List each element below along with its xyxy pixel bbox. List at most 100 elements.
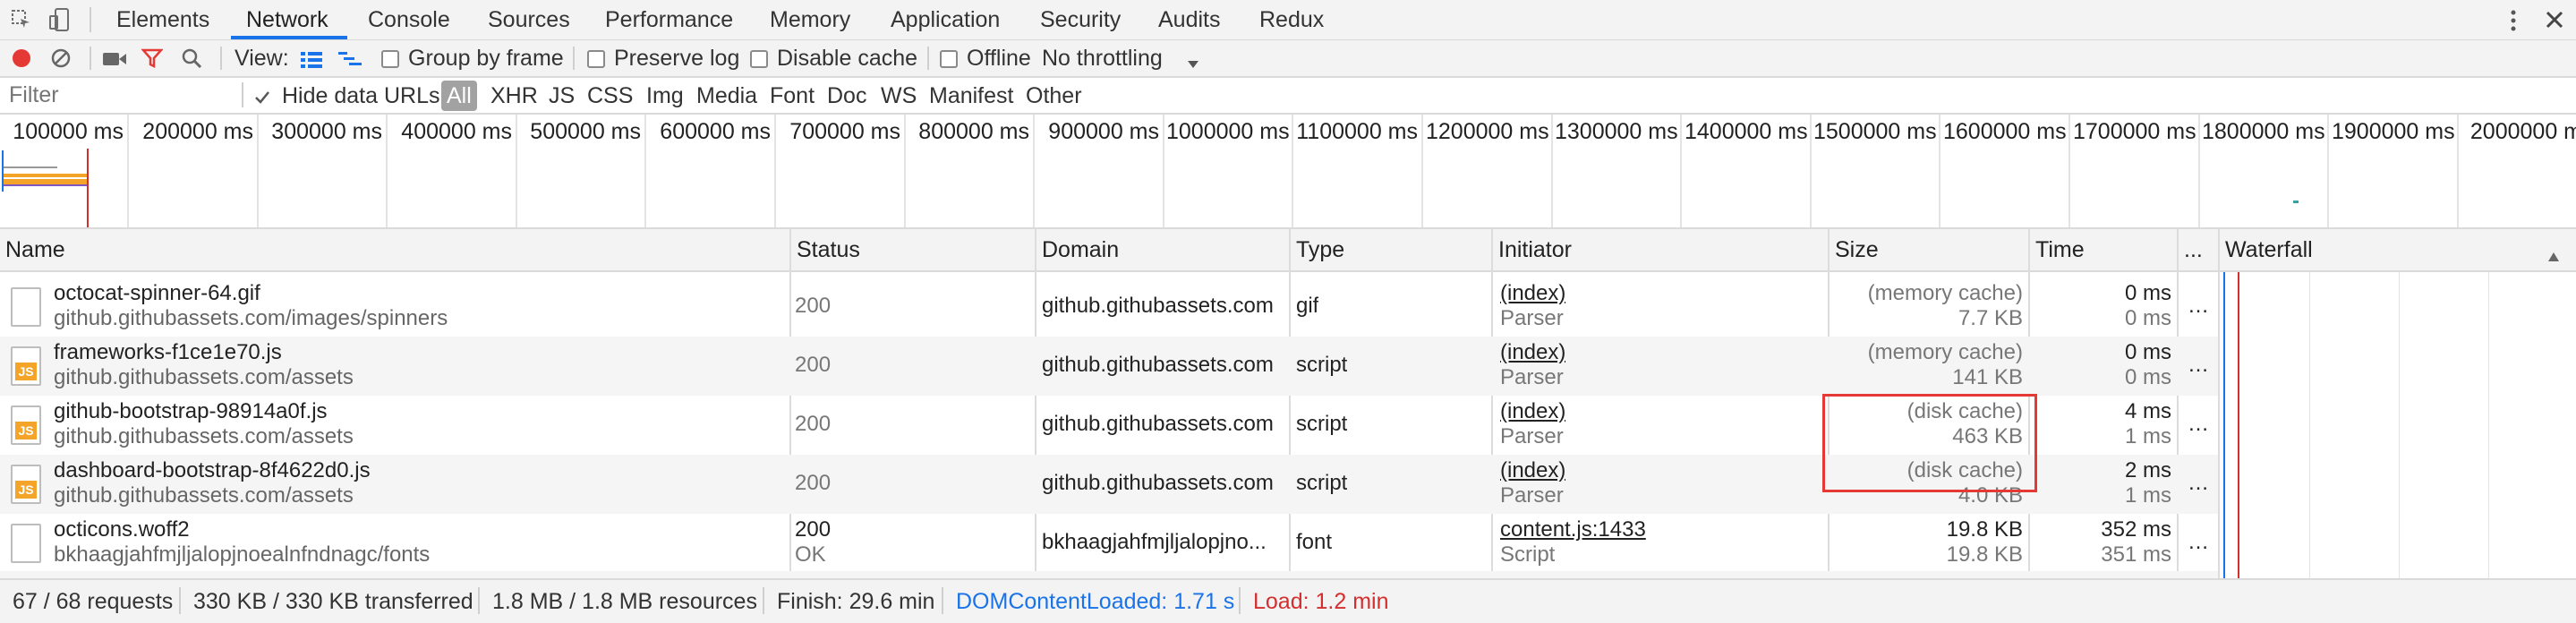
timeline-tick-label: 1600000 ms [1943,119,2067,144]
tab-network[interactable]: Network [246,0,328,39]
initiator-link[interactable]: content.js:1433 [1500,517,1646,542]
type-filter-other[interactable]: Other [1026,81,1082,111]
type-filter-doc[interactable]: Doc [827,81,866,111]
filter-input[interactable] [4,81,249,109]
timeline-grid-line [904,115,906,227]
timeline-tick-label: 600000 ms [660,119,771,144]
timeline-grid-line [127,115,129,227]
more-options-icon[interactable] [2506,9,2521,32]
timeline-grid-line [1810,115,1812,227]
initiator-link[interactable]: (index) [1500,458,1565,483]
timeline-grid-line [1680,115,1682,227]
waterfall-column [2220,272,2576,580]
table-row[interactable]: octocat-spinner-64.gif github.githubasset… [0,277,2218,337]
js-badge: JS [15,363,37,380]
inspect-element-icon[interactable] [11,9,32,30]
timeline-grid-line [1551,115,1553,227]
tab-audits[interactable]: Audits [1158,0,1220,39]
tab-sources[interactable]: Sources [488,0,570,39]
timeline-tick-label: 1200000 ms [1426,119,1549,144]
tab-redux[interactable]: Redux [1259,0,1324,39]
request-path: github.githubassets.com/assets [54,424,354,448]
initiator-link[interactable]: (index) [1500,399,1565,424]
type-filter-ws[interactable]: WS [881,81,917,111]
hide-data-urls-checkbox[interactable] [254,87,270,104]
table-row[interactable]: octicons.woff2 bkhaagjahfmjljalopjnoealnf… [0,514,2218,573]
requests-count: 67 / 68 requests [13,589,174,614]
time-latency: 0 ms [2124,306,2171,330]
screenshot-camera-icon[interactable] [102,49,127,67]
close-icon[interactable] [2544,9,2565,30]
type-filter-img[interactable]: Img [646,81,684,111]
time-latency: 1 ms [2124,483,2171,508]
offline-checkbox[interactable] [940,50,958,68]
row-more-icon[interactable]: … [2188,353,2209,378]
timeline-tick-label: 200000 ms [142,119,253,144]
finish-time: Finish: 29.6 min [777,589,935,614]
type-filter-js[interactable]: JS [549,81,575,111]
column-status[interactable]: Status [797,229,860,270]
tab-memory[interactable]: Memory [770,0,850,39]
tab-security[interactable]: Security [1040,0,1121,39]
row-more-icon[interactable]: … [2188,412,2209,437]
chevron-down-icon[interactable] [1187,52,1199,68]
record-button[interactable] [11,47,32,69]
initiator-link[interactable]: (index) [1500,340,1565,365]
request-type: script [1296,353,1348,377]
search-icon[interactable] [181,47,202,69]
time-total: 2 ms [2124,458,2171,482]
overview-late-request [2293,201,2299,203]
column-waterfall[interactable]: Waterfall [2225,229,2313,270]
sort-ascending-icon[interactable] [2547,243,2560,261]
request-name: octocat-spinner-64.gif [54,281,260,305]
tab-performance[interactable]: Performance [605,0,733,39]
filter-divider [242,82,243,107]
request-domain: github.githubassets.com [1042,412,1274,436]
column-domain[interactable]: Domain [1042,229,1119,270]
row-more-icon[interactable]: … [2188,294,2209,319]
group-by-frame-checkbox[interactable] [381,50,399,68]
type-filter-all[interactable]: All [441,81,477,111]
type-filter-xhr[interactable]: XHR [490,81,538,111]
large-rows-icon[interactable] [301,49,322,68]
column-type[interactable]: Type [1296,229,1344,270]
dom-content-loaded-time: DOMContentLoaded: 1.71 s [956,589,1235,614]
column-initiator[interactable]: Initiator [1498,229,1572,270]
column-name[interactable]: Name [5,229,65,270]
throttling-select[interactable]: No throttling [1042,40,1163,76]
preserve-log-checkbox[interactable] [587,50,605,68]
highlight-annotation-box [1822,394,2037,492]
timeline-grid-line [1292,115,1293,227]
type-filter-manifest[interactable]: Manifest [929,81,1013,111]
type-filter-media[interactable]: Media [696,81,757,111]
timeline-grid-line [257,115,259,227]
type-filter-font[interactable]: Font [770,81,815,111]
timeline-grid-line [2198,115,2200,227]
disable-cache-checkbox[interactable] [750,50,768,68]
size-secondary: 7.7 KB [1958,306,2023,330]
timeline-grid-line [386,115,388,227]
type-filter-css[interactable]: CSS [587,81,633,111]
waterfall-overview-icon[interactable] [338,49,362,67]
device-toolbar-icon[interactable] [48,7,72,32]
tab-application[interactable]: Application [891,0,1000,39]
tab-console[interactable]: Console [368,0,450,39]
hide-data-urls-label: Hide data URLs [282,83,440,108]
row-more-icon[interactable]: … [2188,471,2209,496]
request-type: script [1296,471,1348,495]
clear-icon[interactable] [50,47,72,69]
waterfall-grid-line [2309,272,2310,580]
column-size[interactable]: Size [1835,229,1879,270]
initiator-link[interactable]: (index) [1500,281,1565,306]
filter-icon[interactable] [141,47,164,69]
request-domain: github.githubassets.com [1042,471,1274,495]
column-more[interactable]: ... [2184,229,2203,270]
row-more-icon[interactable]: … [2188,530,2209,555]
transferred-size: 330 KB / 330 KB transferred [193,589,473,614]
column-time[interactable]: Time [2035,229,2085,270]
table-row[interactable]: JS frameworks-f1ce1e70.js github.githubass… [0,337,2218,396]
tab-elements[interactable]: Elements [116,0,209,39]
toolbar-divider [573,47,575,70]
timeline-tick-label: 1100000 ms [1296,119,1418,144]
status-text: OK [795,542,826,567]
